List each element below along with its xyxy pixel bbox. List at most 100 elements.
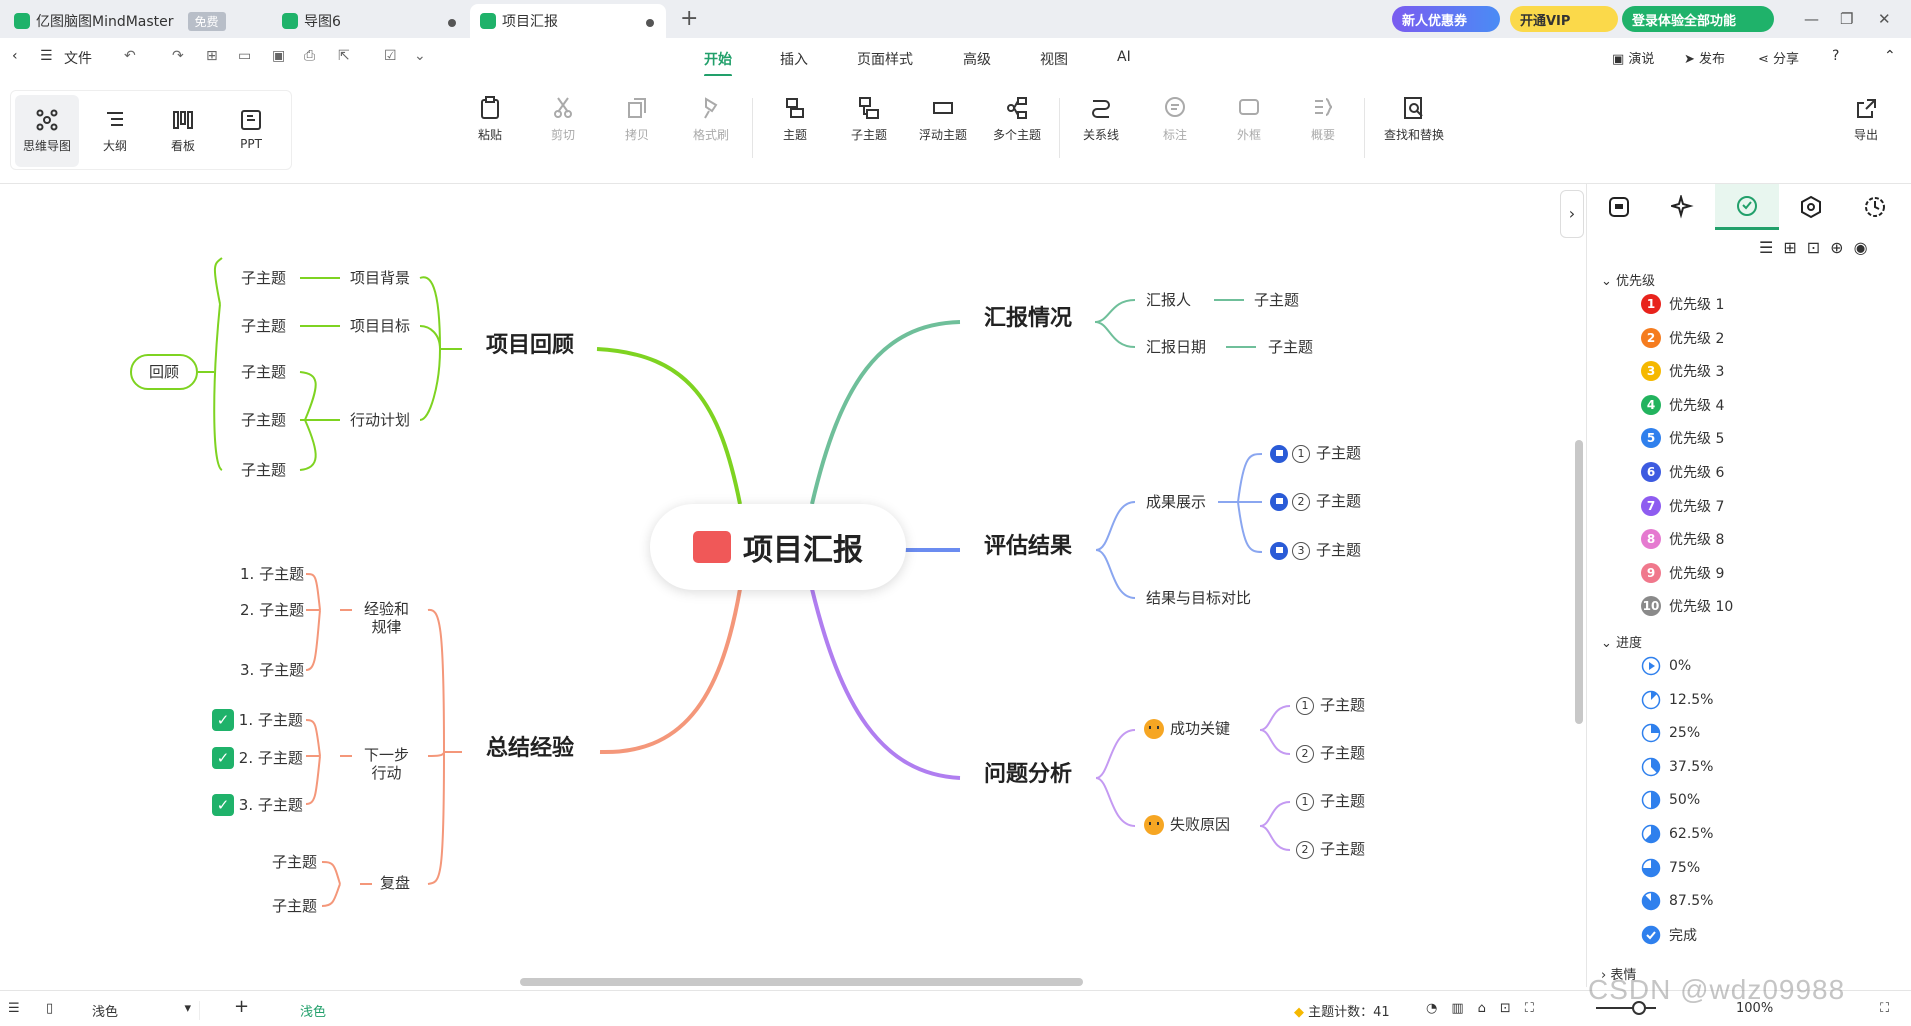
page-icon[interactable]: ▯ xyxy=(46,1001,53,1016)
tab-close-icon[interactable] xyxy=(448,19,456,27)
restore-icon[interactable]: ❐ xyxy=(1840,10,1853,28)
tab-advanced[interactable]: 高级 xyxy=(963,49,991,69)
priority-item-8[interactable]: 8 优先级 8 xyxy=(1641,529,1724,550)
panel-tab-style[interactable] xyxy=(1587,184,1651,230)
view-board-button[interactable]: 看板 xyxy=(151,95,215,167)
priority-item-1[interactable]: 1 优先级 1 xyxy=(1641,294,1724,314)
evaluate-sub-2[interactable]: 2 子主题 xyxy=(1270,492,1361,511)
progress-item-2[interactable]: 25% xyxy=(1641,723,1700,743)
paste-button[interactable]: 粘贴 xyxy=(452,96,528,143)
subtopic-result-vs-goal[interactable]: 结果与目标对比 xyxy=(1146,589,1251,607)
open-icon[interactable]: ▭ xyxy=(238,48,251,64)
tab-app-home[interactable]: 亿图脑图MindMaster 免费 xyxy=(4,4,260,38)
new-tab-icon[interactable]: + xyxy=(680,6,698,31)
problem-sub-4[interactable]: 2 子主题 xyxy=(1296,840,1365,859)
priority-item-2[interactable]: 2 优先级 2 xyxy=(1641,327,1724,348)
summary-review-box[interactable]: 回顾 xyxy=(130,354,198,390)
subtopic-button[interactable]: 子主题 xyxy=(831,96,907,143)
cut-button[interactable]: 剪切 xyxy=(525,96,601,143)
view-toggle-icons[interactable]: ◔▥⌂⊡⛶ xyxy=(1426,1001,1548,1016)
checklist-icon[interactable]: ☑ xyxy=(384,48,397,64)
progress-section-header[interactable]: ⌄ 进度 xyxy=(1601,632,1642,651)
experience-sub-3[interactable]: 3. 子主题 xyxy=(240,661,304,679)
tab-ai[interactable]: AI xyxy=(1117,49,1131,65)
experience-sub-1[interactable]: 1. 子主题 xyxy=(240,565,304,583)
panel-tab-ai[interactable] xyxy=(1651,184,1715,230)
topic-problem[interactable]: 问题分析 xyxy=(984,764,1072,786)
progress-item-1[interactable]: 12.5% xyxy=(1641,690,1713,710)
copy-button[interactable]: 拷贝 xyxy=(599,96,675,143)
subtopic-background[interactable]: 项目背景 xyxy=(350,269,410,287)
view-ppt-button[interactable]: PPT xyxy=(219,95,283,167)
problem-sub-3[interactable]: 1 子主题 xyxy=(1296,792,1365,811)
report-sub-1[interactable]: 子主题 xyxy=(1254,291,1299,309)
panel-tab-theme[interactable] xyxy=(1779,184,1843,230)
subtopic-experience[interactable]: 经验和 规律 xyxy=(364,600,409,636)
progress-item-3[interactable]: 37.5% xyxy=(1641,757,1713,777)
boundary-button[interactable]: 外框 xyxy=(1211,96,1287,143)
share-button[interactable]: ⋖ 分享 xyxy=(1758,48,1799,67)
find-replace-button[interactable]: 查找和替换 xyxy=(1368,96,1460,143)
callout-button[interactable]: 标注 xyxy=(1137,96,1213,143)
progress-item-5[interactable]: 62.5% xyxy=(1641,824,1713,844)
checkbox-checked-icon[interactable]: ✓ xyxy=(212,709,234,731)
tab-project-report[interactable]: 项目汇报 xyxy=(470,4,666,38)
export-small-icon[interactable]: ⇱ xyxy=(338,48,350,64)
subtopic-action-plan[interactable]: 行动计划 xyxy=(350,411,410,429)
tab-page-style[interactable]: 页面样式 xyxy=(857,49,913,69)
add-page-icon[interactable]: + xyxy=(234,996,249,1017)
panel-collapse-button[interactable]: › xyxy=(1560,190,1584,238)
export-button[interactable]: 导出 xyxy=(1828,96,1904,143)
multiple-topics-button[interactable]: 多个主题 xyxy=(979,96,1055,143)
subtopic-retrospective[interactable]: 复盘 xyxy=(380,874,410,892)
problem-sub-2[interactable]: 2 子主题 xyxy=(1296,744,1365,763)
vip-button[interactable]: 开通VIP xyxy=(1510,6,1618,32)
report-sub-2[interactable]: 子主题 xyxy=(1268,338,1313,356)
topic-button[interactable]: 主题 xyxy=(757,96,833,143)
review-sub-2[interactable]: 子主题 xyxy=(241,317,286,335)
subtopic-failure-reason[interactable]: 失败原因 xyxy=(1144,815,1230,835)
view-mindmap-button[interactable]: 思维导图 xyxy=(15,95,79,167)
review-sub-1[interactable]: 子主题 xyxy=(241,269,286,287)
tab-close-icon[interactable] xyxy=(646,19,654,27)
print-icon[interactable]: ⎙ xyxy=(304,48,315,64)
progress-item-7[interactable]: 87.5% xyxy=(1641,891,1713,911)
collapse-ribbon-icon[interactable]: ⌃ xyxy=(1884,48,1896,64)
progress-item-8[interactable]: 完成 xyxy=(1641,925,1697,945)
panel-view-options[interactable]: ☰⊞⊡⊕◉ xyxy=(1759,238,1878,257)
present-button[interactable]: ▣ 演说 xyxy=(1612,48,1654,67)
relationship-button[interactable]: 关系线 xyxy=(1063,96,1139,143)
problem-sub-1[interactable]: 1 子主题 xyxy=(1296,696,1365,715)
more-icon[interactable]: ⌄ xyxy=(414,48,426,64)
subtopic-report-date[interactable]: 汇报日期 xyxy=(1146,338,1206,356)
panel-tab-marks[interactable] xyxy=(1715,184,1779,230)
panel-tab-history[interactable] xyxy=(1843,184,1907,230)
tab-mindmap6[interactable]: 导图6 xyxy=(272,4,468,38)
review-sub-5[interactable]: 子主题 xyxy=(241,461,286,479)
tab-view[interactable]: 视图 xyxy=(1040,49,1068,69)
minimize-icon[interactable]: — xyxy=(1804,10,1819,28)
page-tab-light[interactable]: 浅色 xyxy=(300,1001,326,1020)
priority-item-3[interactable]: 3 优先级 3 xyxy=(1641,361,1724,382)
action-sub-2[interactable]: ✓ 2. 子主题 xyxy=(212,747,303,769)
checkbox-checked-icon[interactable]: ✓ xyxy=(212,747,234,769)
tab-insert[interactable]: 插入 xyxy=(780,49,808,69)
promo-button[interactable]: 新人优惠券 xyxy=(1392,6,1500,32)
subtopic-achievements[interactable]: 成果展示 xyxy=(1146,493,1206,511)
progress-item-0[interactable]: 0% xyxy=(1641,656,1691,676)
subtopic-goal[interactable]: 项目目标 xyxy=(350,317,410,335)
priority-item-5[interactable]: 5 优先级 5 xyxy=(1641,428,1724,449)
vertical-scrollbar[interactable] xyxy=(1575,440,1583,724)
progress-item-6[interactable]: 75% xyxy=(1641,858,1700,878)
file-menu[interactable]: 文件 xyxy=(64,48,92,68)
action-sub-1[interactable]: ✓ 1. 子主题 xyxy=(212,709,303,731)
zoom-slider[interactable] xyxy=(1596,1007,1656,1009)
priority-item-7[interactable]: 7 优先级 7 xyxy=(1641,495,1724,516)
priority-item-10[interactable]: 10 优先级 10 xyxy=(1641,596,1733,617)
progress-item-4[interactable]: 50% xyxy=(1641,790,1700,810)
close-icon[interactable]: ✕ xyxy=(1878,10,1891,28)
view-outline-button[interactable]: 大纲 xyxy=(83,95,147,167)
topic-report[interactable]: 汇报情况 xyxy=(984,308,1072,330)
redo-icon[interactable]: ↷ xyxy=(172,48,184,64)
login-button[interactable]: 登录体验全部功能 xyxy=(1622,6,1774,32)
